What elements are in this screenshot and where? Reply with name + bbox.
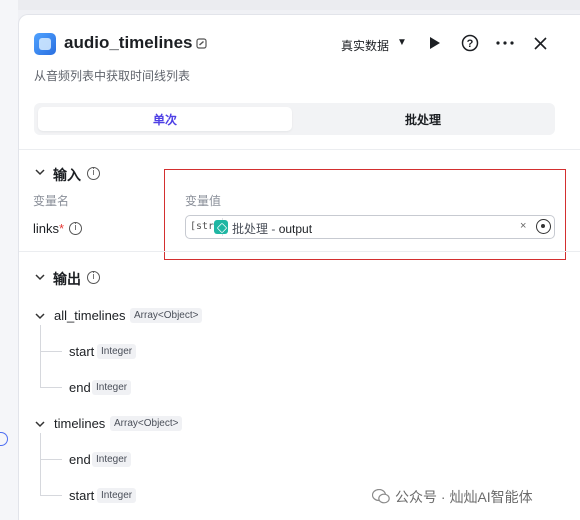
- more-icon[interactable]: [494, 32, 516, 54]
- chevron-down-icon[interactable]: [35, 311, 45, 323]
- section-divider: [19, 149, 580, 150]
- close-icon[interactable]: [529, 32, 551, 54]
- output-section-title[interactable]: 输出: [53, 269, 81, 289]
- type-badge: Array<Object>: [110, 416, 183, 431]
- output-child-name: start: [69, 488, 95, 503]
- type-badge: Integer: [97, 344, 137, 359]
- output-field-name: timelines: [54, 416, 106, 431]
- node-type-icon: [34, 33, 56, 55]
- help-icon[interactable]: ?: [459, 32, 481, 54]
- top-background-strip: [0, 0, 580, 10]
- output-child-name: end: [69, 380, 91, 395]
- run-mode-tabs: 单次 批处理: [34, 103, 555, 135]
- info-icon[interactable]: i: [69, 222, 82, 235]
- section-divider: [19, 251, 580, 252]
- watermark-text: 公众号 · 灿灿AI智能体: [395, 489, 533, 505]
- tree-connector: [40, 325, 41, 387]
- node-title[interactable]: audio_timelines: [64, 33, 192, 53]
- edit-icon[interactable]: [196, 38, 207, 52]
- play-icon[interactable]: [424, 32, 446, 54]
- panel-header: audio_timelines 真实数据 ▼ ?: [19, 15, 580, 61]
- svg-text:?: ?: [467, 38, 474, 50]
- node-description: 从音频列表中获取时间线列表: [34, 69, 191, 83]
- chevron-down-icon[interactable]: [35, 272, 45, 284]
- output-child-name: start: [69, 344, 95, 359]
- wechat-logo-icon: [372, 489, 390, 504]
- required-marker: *: [59, 221, 65, 236]
- tree-connector: [40, 433, 41, 495]
- type-badge: Array<Object>: [130, 308, 203, 323]
- chevron-down-icon[interactable]: ▼: [397, 37, 407, 48]
- type-badge: Integer: [92, 380, 132, 395]
- output-field-name: all_timelines: [54, 308, 126, 323]
- chevron-down-icon[interactable]: [35, 167, 45, 179]
- tree-connector: [40, 351, 62, 352]
- chevron-down-icon[interactable]: [35, 419, 45, 431]
- output-child-name: end: [69, 452, 91, 467]
- tab-batch[interactable]: 批处理: [296, 107, 550, 131]
- tree-connector: [40, 495, 62, 496]
- type-badge: Integer: [97, 488, 137, 503]
- variable-name-header: 变量名: [33, 194, 70, 208]
- info-icon[interactable]: i: [87, 271, 100, 284]
- tab-single[interactable]: 单次: [38, 107, 292, 131]
- data-mode-select[interactable]: 真实数据: [341, 37, 389, 54]
- input-section-title[interactable]: 输入: [53, 165, 81, 185]
- highlight-annotation-box: [164, 169, 566, 260]
- tree-connector: [40, 459, 62, 460]
- node-detail-panel: audio_timelines 真实数据 ▼ ? 从音频列表中获取时间线列表 单…: [18, 14, 580, 520]
- info-icon[interactable]: i: [87, 167, 100, 180]
- param-name: links*: [33, 221, 65, 236]
- type-badge: Integer: [92, 452, 132, 467]
- tree-connector: [40, 387, 62, 388]
